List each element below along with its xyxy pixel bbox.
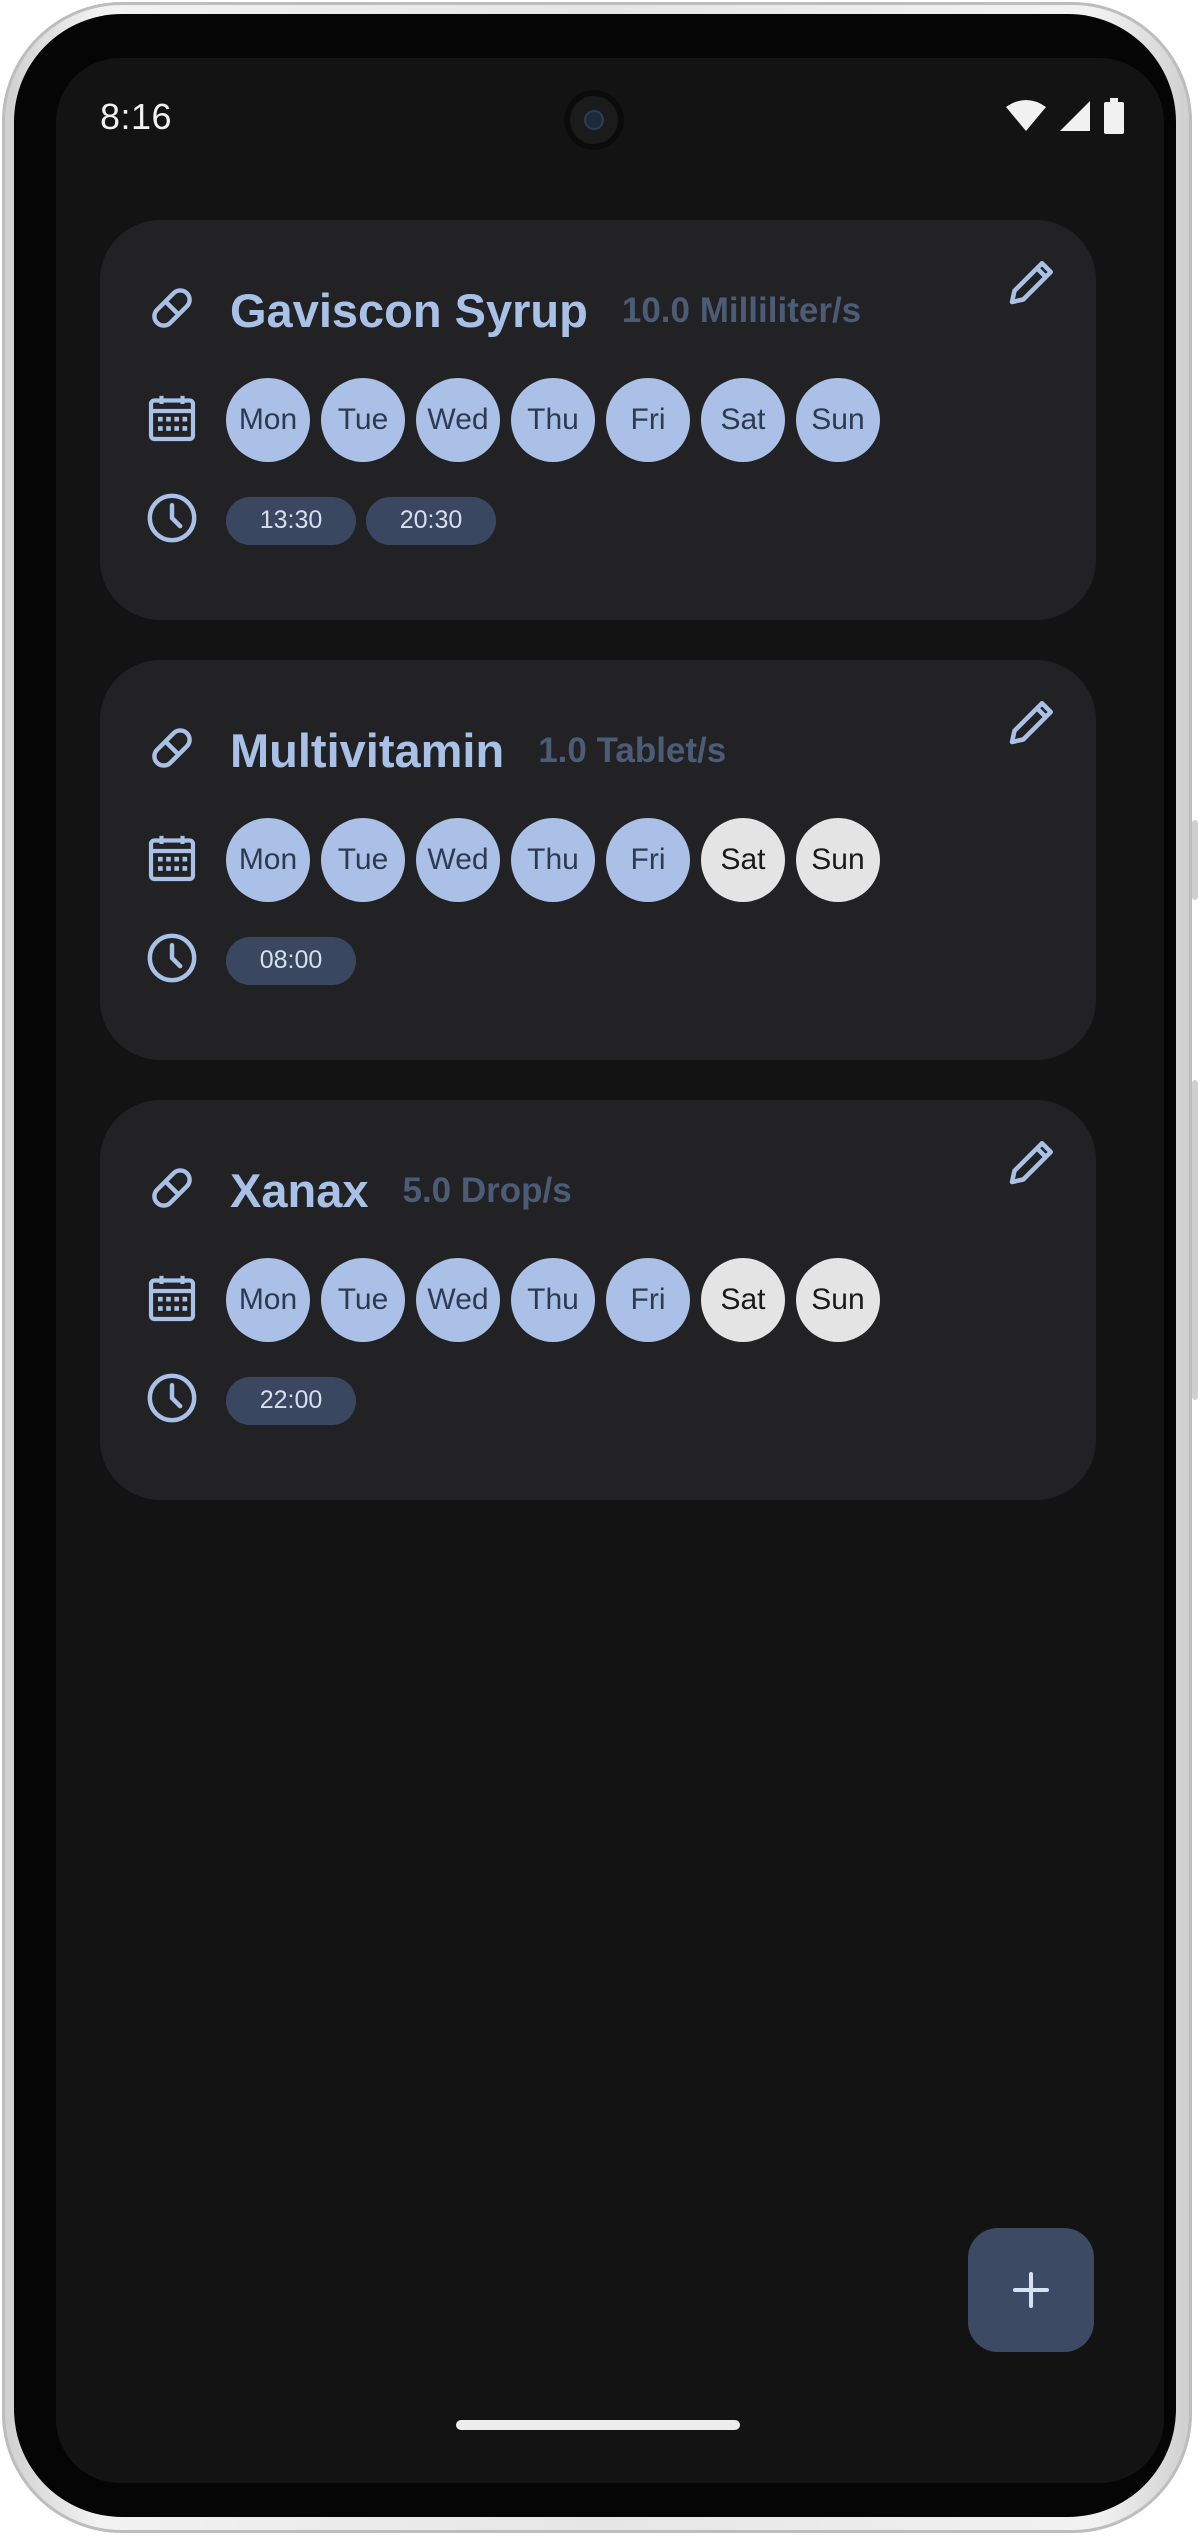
volume-button [1192, 1080, 1198, 1400]
time-chip[interactable]: 08:00 [226, 936, 356, 985]
day-chip-tue[interactable]: Tue [321, 1258, 405, 1342]
power-button [1192, 820, 1198, 900]
medication-card[interactable]: Multivitamin 1.0 Tablet/s Mon Tue Wed Thu Fri S… [100, 660, 1096, 1060]
plus-icon [1013, 2272, 1049, 2308]
weekday-selector: Mon Tue Wed Thu Fri Sat Sun [226, 818, 880, 902]
day-chip-fri[interactable]: Fri [606, 818, 690, 902]
day-chip-sat[interactable]: Sat [701, 818, 785, 902]
time-chip[interactable]: 20:30 [366, 496, 496, 545]
day-chip-fri[interactable]: Fri [606, 1258, 690, 1342]
weekday-selector: Mon Tue Wed Thu Fri Sat Sun [226, 378, 880, 462]
front-camera [564, 90, 624, 150]
medication-dosage: 5.0 Drop/s [402, 1170, 572, 1210]
medication-card[interactable]: Gaviscon Syrup 10.0 Milliliter/s Mon Tue Wed… [100, 220, 1096, 620]
time-chip[interactable]: 13:30 [226, 496, 356, 545]
pencil-icon [1002, 261, 1062, 316]
clock-icon [144, 930, 200, 991]
clock-icon [144, 1370, 200, 1431]
medication-dosage: 10.0 Milliliter/s [621, 290, 862, 330]
day-chip-tue[interactable]: Tue [321, 378, 405, 462]
day-chip-thu[interactable]: Thu [511, 1258, 595, 1342]
day-chip-sun[interactable]: Sun [796, 1258, 880, 1342]
add-medication-button[interactable] [968, 2228, 1094, 2352]
day-chip-sun[interactable]: Sun [796, 378, 880, 462]
time-chip[interactable]: 22:00 [226, 1376, 356, 1425]
edit-medication-button[interactable] [1002, 1132, 1062, 1192]
day-chip-mon[interactable]: Mon [226, 378, 310, 462]
medication-card[interactable]: Xanax 5.0 Drop/s Mon Tue Wed Thu Fri Sat Sun 22:0… [100, 1100, 1096, 1500]
edit-medication-button[interactable] [1002, 252, 1062, 312]
weekday-selector: Mon Tue Wed Thu Fri Sat Sun [226, 1258, 880, 1342]
time-list: 08:00 [226, 936, 356, 985]
time-list: 22:00 [226, 1376, 356, 1425]
wifi-icon [1006, 100, 1046, 131]
home-indicator[interactable] [456, 2420, 740, 2430]
clock-icon [144, 490, 200, 551]
pencil-icon [1002, 701, 1062, 756]
time-list: 13:30 20:30 [226, 496, 496, 545]
calendar-icon [144, 1270, 200, 1331]
medication-dosage: 1.0 Tablet/s [538, 730, 727, 770]
day-chip-fri[interactable]: Fri [606, 378, 690, 462]
screen: 8:16 Gaviscon Syrup 10.0 Milliliter/s Mon T… [56, 58, 1164, 2483]
day-chip-thu[interactable]: Thu [511, 378, 595, 462]
day-chip-sun[interactable]: Sun [796, 818, 880, 902]
pill-icon [144, 1160, 200, 1221]
medication-name: Gaviscon Syrup [230, 284, 588, 337]
status-icons [1006, 98, 1124, 134]
day-chip-tue[interactable]: Tue [321, 818, 405, 902]
day-chip-mon[interactable]: Mon [226, 1258, 310, 1342]
medication-name: Xanax [230, 1164, 369, 1217]
status-time: 8:16 [100, 96, 173, 137]
day-chip-wed[interactable]: Wed [416, 1258, 500, 1342]
calendar-icon [144, 390, 200, 451]
day-chip-sat[interactable]: Sat [701, 1258, 785, 1342]
pill-icon [144, 720, 200, 781]
day-chip-wed[interactable]: Wed [416, 378, 500, 462]
edit-medication-button[interactable] [1002, 692, 1062, 752]
pill-icon [144, 280, 200, 341]
battery-icon [1104, 98, 1124, 134]
pencil-icon [1002, 1141, 1062, 1196]
day-chip-sat[interactable]: Sat [701, 378, 785, 462]
day-chip-wed[interactable]: Wed [416, 818, 500, 902]
medication-name: Multivitamin [230, 724, 505, 777]
day-chip-thu[interactable]: Thu [511, 818, 595, 902]
signal-icon [1060, 101, 1090, 131]
day-chip-mon[interactable]: Mon [226, 818, 310, 902]
calendar-icon [144, 830, 200, 891]
